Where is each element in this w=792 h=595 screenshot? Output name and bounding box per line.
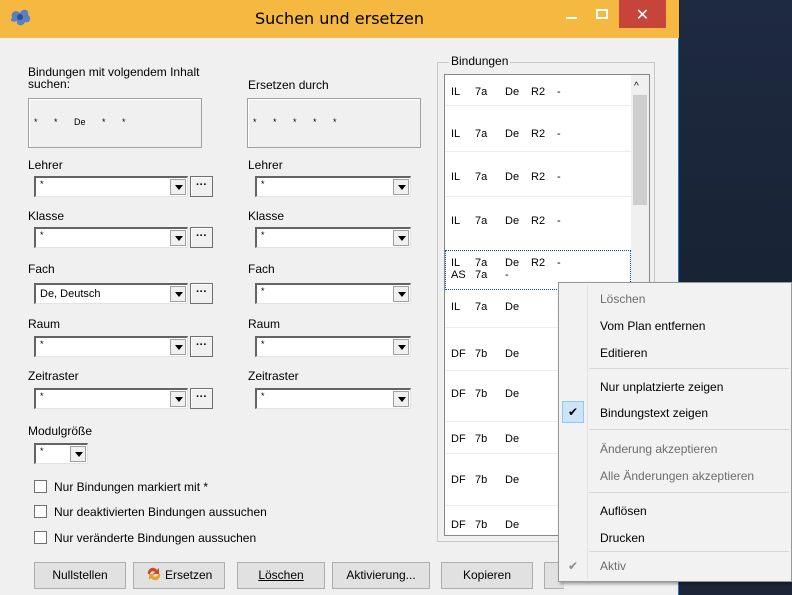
maximize-button[interactable] — [588, 0, 616, 30]
bindungen-label: Bindungen — [449, 54, 511, 68]
replace-fach-select[interactable]: * — [255, 283, 411, 304]
close-icon: ✕ — [635, 5, 650, 24]
search-label: Bindungen mit volgendem Inhalt suchen: — [28, 65, 200, 91]
search-pattern-box[interactable]: * * De * * — [28, 98, 202, 148]
chevron-down-icon[interactable] — [393, 230, 409, 246]
menu-item-drucken[interactable]: Drucken — [600, 531, 645, 545]
menu-separator — [589, 368, 789, 369]
fach-more-button[interactable]: ··· — [190, 283, 213, 304]
ersetzen-label: Ersetzen — [164, 568, 213, 582]
replace-lehrer-value: * — [261, 179, 265, 189]
menu-item-vom-plan-entfernen[interactable]: Vom Plan entfernen — [600, 319, 705, 333]
menu-item-aktiv[interactable]: Aktiv — [600, 559, 626, 573]
checkbox-deaktiviert-label: Nur deaktivierten Bindungen aussuchen — [54, 505, 267, 519]
menu-item-aenderung-akzeptieren[interactable]: Änderung akzeptieren — [600, 442, 717, 456]
row-divider — [445, 196, 631, 197]
checkbox-veraendert-label: Nur veränderte Bindungen aussuchen — [54, 531, 257, 545]
chevron-down-icon[interactable] — [70, 446, 86, 462]
nullstellen-button[interactable]: Nullstellen — [34, 562, 126, 589]
klasse-select[interactable]: * — [34, 227, 188, 248]
chevron-down-icon[interactable] — [393, 286, 409, 302]
kopieren-button[interactable]: Kopieren — [441, 562, 533, 589]
chevron-down-icon[interactable] — [170, 391, 186, 407]
scrollbar-thumb[interactable] — [633, 95, 647, 205]
chevron-down-icon[interactable] — [170, 179, 186, 195]
chevron-down-icon[interactable] — [393, 391, 409, 407]
zeitraster-select[interactable]: * — [34, 388, 188, 409]
title-bar[interactable]: Suchen und ersetzen ✕ — [0, 0, 679, 38]
replace-label: Ersetzen durch — [248, 78, 329, 92]
menu-item-nur-unplatzierte[interactable]: Nur unplatzierte zeigen — [600, 380, 723, 394]
klasse-value: * — [40, 230, 44, 240]
checkbox-markiert-label: Nur Bindungen markiert mit * — [54, 480, 209, 494]
zeitraster-label: Zeitraster — [28, 369, 79, 383]
fach-label: Fach — [28, 262, 55, 276]
replace-raum-select[interactable]: * — [255, 336, 411, 357]
lehrer-value: * — [40, 179, 44, 189]
menu-gutter — [587, 285, 588, 579]
replace-raum-label: Raum — [248, 317, 281, 331]
raum-more-button[interactable]: ··· — [190, 336, 213, 357]
fach-value: De, Deutsch — [40, 288, 101, 300]
modulgroesse-label: Modulgröße — [28, 424, 93, 438]
chevron-down-icon[interactable] — [393, 339, 409, 355]
lehrer-label: Lehrer — [28, 158, 63, 172]
replace-raum-value: * — [261, 339, 265, 349]
modulgroesse-select[interactable]: * — [34, 443, 88, 464]
menu-item-bindungstext-zeigen[interactable]: Bindungstext zeigen — [600, 406, 708, 420]
checkmark-icon: ✔ — [568, 405, 579, 419]
menu-separator — [589, 551, 789, 552]
lehrer-more-button[interactable]: ··· — [190, 176, 213, 197]
klasse-more-button[interactable]: ··· — [190, 227, 213, 248]
chevron-down-icon[interactable] — [170, 230, 186, 246]
raum-select[interactable]: * — [34, 336, 188, 357]
replace-zeitraster-label: Zeitraster — [248, 369, 299, 383]
replace-fach-value: * — [261, 286, 265, 296]
row-divider — [445, 105, 631, 106]
checkbox-deaktiviert[interactable] — [34, 505, 47, 518]
menu-item-loeschen[interactable]: Löschen — [600, 292, 645, 306]
menu-item-editieren[interactable]: Editieren — [600, 346, 647, 360]
row-divider — [445, 151, 631, 152]
maximize-icon — [596, 9, 608, 19]
zeitraster-more-button[interactable]: ··· — [190, 388, 213, 409]
minimize-button[interactable] — [558, 0, 586, 30]
close-button[interactable]: ✕ — [619, 0, 666, 28]
menu-separator — [589, 429, 789, 430]
zeitraster-value: * — [40, 391, 44, 401]
checkbox-markiert[interactable] — [34, 480, 47, 493]
raum-value: * — [40, 339, 44, 349]
chevron-down-icon[interactable] — [170, 286, 186, 302]
replace-lehrer-select[interactable]: * — [255, 176, 411, 197]
menu-item-alle-aenderungen[interactable]: Alle Änderungen akzeptieren — [600, 469, 754, 483]
minimize-icon — [566, 17, 577, 19]
chevron-down-icon[interactable] — [393, 179, 409, 195]
context-menu: Löschen Vom Plan entfernen Editieren Nur… — [558, 282, 792, 582]
chevron-down-icon[interactable] — [170, 339, 186, 355]
replace-pattern-box[interactable]: * * * * * — [247, 98, 421, 148]
menu-separator — [589, 492, 789, 493]
chevron-up-icon[interactable]: ^ — [634, 81, 639, 92]
replace-pattern: * * * * * — [253, 117, 337, 127]
modulgroesse-value: * — [40, 446, 44, 456]
ersetzen-button[interactable]: Ersetzen — [133, 562, 225, 589]
replace-klasse-select[interactable]: * — [255, 227, 411, 248]
aktivierung-button[interactable]: Aktivierung... — [332, 562, 430, 589]
replace-klasse-value: * — [261, 230, 265, 240]
loeschen-button[interactable]: Löschen — [237, 562, 325, 589]
checkbox-veraendert[interactable] — [34, 531, 47, 544]
klasse-label: Klasse — [28, 209, 65, 223]
search-pattern: * * De * * — [34, 117, 126, 127]
menu-item-aufloesen[interactable]: Auflösen — [600, 504, 647, 518]
raum-label: Raum — [28, 317, 61, 331]
replace-fach-label: Fach — [248, 262, 275, 276]
replace-klasse-label: Klasse — [248, 209, 285, 223]
replace-lehrer-label: Lehrer — [248, 158, 283, 172]
replace-zeitraster-select[interactable]: * — [255, 388, 411, 409]
replace-icon — [147, 567, 160, 581]
lehrer-select[interactable]: * — [34, 176, 188, 197]
checkmark-icon: ✔ — [568, 559, 579, 573]
replace-zeitraster-value: * — [261, 391, 265, 401]
fach-select[interactable]: De, Deutsch — [34, 283, 188, 304]
